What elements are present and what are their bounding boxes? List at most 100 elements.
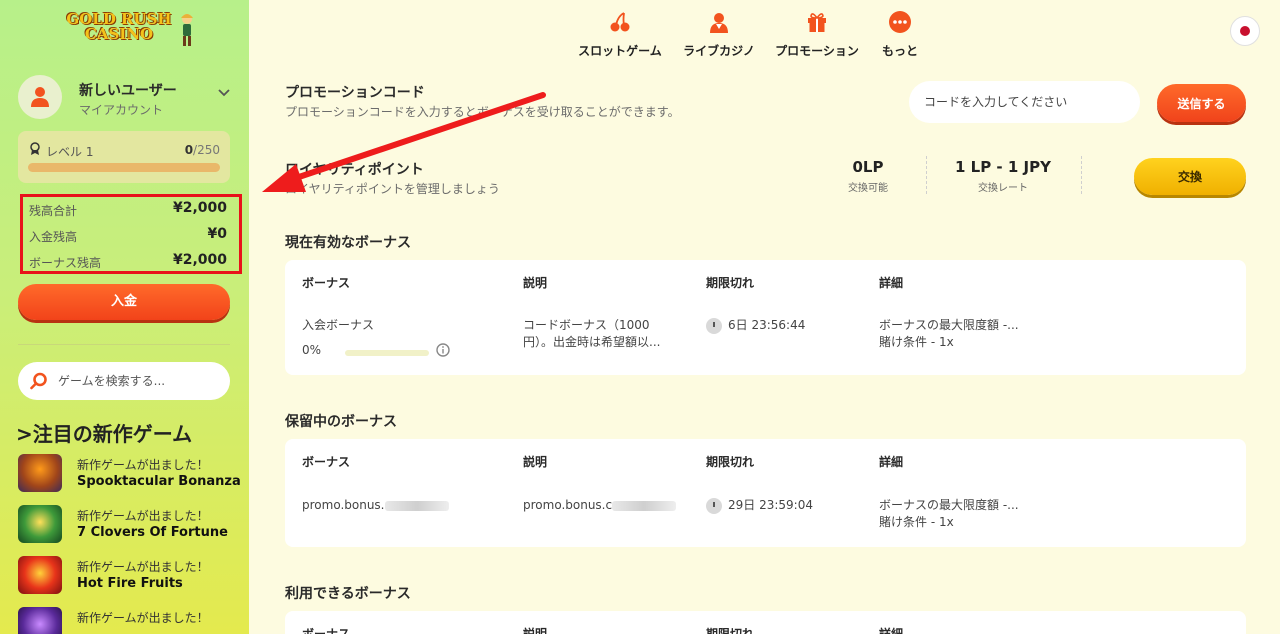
deposit-button[interactable]: 入金	[18, 284, 230, 320]
my-account-label: マイアカウント	[79, 103, 164, 117]
bonus-expiry: 29日 23:59:04	[706, 497, 813, 514]
clock-icon	[706, 317, 722, 334]
bonus-name: 入会ボーナス	[302, 318, 375, 332]
game-search[interactable]	[18, 362, 230, 400]
list-item[interactable]: 新作ゲームが出ました！ Hot Fire Fruits	[18, 556, 243, 596]
column-header: 説明	[523, 627, 548, 634]
deposit-balance-row: 入金残高 ¥0	[29, 225, 227, 245]
game-caption: 新作ゲームが出ました！	[77, 509, 209, 523]
game-name: 7 Clovers Of Fortune	[77, 525, 228, 540]
exchange-button[interactable]: 交換	[1134, 158, 1246, 195]
level-label: レベル 1	[46, 145, 94, 159]
nav-promotions[interactable]: プロモーション	[774, 10, 860, 59]
avatar	[18, 75, 62, 119]
column-header: 詳細	[879, 276, 904, 290]
loyalty-title: ロイヤリティポイント	[285, 162, 424, 178]
loyalty-rate: 1 LP - 1 JPY 交換レート	[943, 158, 1063, 194]
available-bonuses-title: 利用できるボーナス	[285, 586, 411, 602]
game-caption: 新作ゲームが出ました！	[77, 611, 209, 625]
new-games-title: >注目の新作ゲーム	[16, 422, 193, 446]
game-thumbnail	[18, 556, 62, 594]
logo-text: GOLD RUSH CASINO	[66, 10, 172, 43]
game-caption: 新作ゲームが出ました！	[77, 560, 209, 574]
column-header: 詳細	[879, 455, 904, 469]
column-header: 期限切れ	[706, 627, 755, 634]
game-thumbnail	[18, 454, 62, 492]
active-bonuses-table: ボーナス 説明 期限切れ 詳細 入会ボーナス 0% コードボーナス（1000 円）…	[285, 260, 1246, 375]
available-bonuses-table: ボーナス 説明 期限切れ 詳細	[285, 611, 1246, 634]
language-flag-icon[interactable]	[1230, 16, 1260, 46]
column-header: 期限切れ	[706, 455, 755, 469]
nav-more[interactable]: もっと	[880, 10, 920, 59]
column-header: 詳細	[879, 627, 904, 634]
nav-live-label: ライブカジノ	[683, 44, 755, 58]
user-account-menu[interactable]: 新しいユーザー マイアカウント	[18, 75, 230, 121]
nav-slots[interactable]: スロットゲーム	[577, 10, 663, 59]
clock-icon	[706, 497, 722, 514]
bonus-details: ボーナスの最大限度額 -... 賭け条件 - 1x	[879, 318, 1019, 349]
search-input[interactable]	[58, 371, 218, 391]
dealer-icon	[710, 13, 728, 33]
column-header: ボーナス	[302, 455, 351, 469]
pending-bonuses-title: 保留中のボーナス	[285, 414, 397, 430]
promo-code-title: プロモーションコード	[285, 85, 425, 101]
bonus-progress: 0%	[302, 342, 450, 362]
deposit-balance-label: 入金残高	[29, 230, 78, 244]
loyalty-available-value: 0LP	[852, 158, 884, 176]
game-name: Spooktacular Bonanza	[77, 474, 241, 489]
loyalty-rate-value: 1 LP - 1 JPY	[955, 158, 1051, 176]
promo-code-input[interactable]	[909, 81, 1140, 123]
balances-highlight-box: 残高合計 ¥2,000 入金残高 ¥0 ボーナス残高 ¥2,000	[20, 194, 242, 274]
pending-bonuses-table: ボーナス 説明 期限切れ 詳細 promo.bonus. promo.bonus…	[285, 439, 1246, 547]
search-icon	[30, 372, 47, 390]
bonus-balance-value: ¥2,000	[172, 252, 227, 268]
column-header: ボーナス	[302, 276, 351, 290]
total-balance-label: 残高合計	[29, 204, 78, 218]
level-card: レベル 1 0/250	[18, 131, 230, 183]
nav-live-casino[interactable]: ライブカジノ	[682, 10, 756, 59]
submit-code-button[interactable]: 送信する	[1157, 84, 1246, 122]
column-header: ボーナス	[302, 627, 351, 634]
bonus-name: promo.bonus.	[302, 497, 449, 514]
game-name: Hot Fire Fruits	[77, 576, 183, 591]
column-header: 説明	[523, 276, 548, 290]
redacted-text	[612, 500, 677, 511]
game-caption: 新作ゲームが出ました！	[77, 458, 209, 472]
list-item[interactable]: 新作ゲームが出ました！	[18, 607, 243, 634]
game-thumbnail	[18, 607, 62, 634]
sidebar: GOLD RUSH CASINO 新しいユーザー マイアカウント レベル 1 0…	[0, 0, 249, 634]
bonus-balance-label: ボーナス残高	[29, 256, 102, 270]
user-name: 新しいユーザー	[79, 83, 177, 99]
column-header: 説明	[523, 455, 548, 469]
loyalty-subtitle: ロイヤリティポイントを管理しましょう	[285, 182, 500, 196]
list-item[interactable]: 新作ゲームが出ました！ Spooktacular Bonanza	[18, 454, 243, 494]
medal-icon	[30, 142, 40, 155]
loyalty-available-label: 交換可能	[848, 183, 888, 194]
bonus-expiry: 6日 23:56:44	[706, 317, 805, 334]
bonus-progress-bar	[345, 350, 429, 356]
bonus-progress-value: 0%	[302, 343, 322, 357]
casino-logo[interactable]: GOLD RUSH CASINO	[52, 10, 200, 50]
redacted-text	[384, 500, 449, 511]
divider	[926, 156, 927, 194]
level-progress-bar	[28, 163, 220, 172]
total-balance-value: ¥2,000	[172, 200, 227, 216]
nav-slots-label: スロットゲーム	[578, 44, 662, 58]
sidebar-divider	[18, 344, 230, 345]
list-item[interactable]: 新作ゲームが出ました！ 7 Clovers Of Fortune	[18, 505, 243, 545]
bonus-details: ボーナスの最大限度額 -... 賭け条件 - 1x	[879, 498, 1019, 529]
deposit-balance-value: ¥0	[207, 226, 227, 242]
cherry-icon	[610, 12, 630, 32]
bonus-description: コードボーナス（1000 円）。出金時は希望額以...	[523, 318, 661, 349]
bonus-description: promo.bonus.c	[523, 497, 677, 514]
info-icon[interactable]	[436, 343, 450, 357]
loyalty-available: 0LP 交換可能	[808, 158, 928, 194]
nav-more-label: もっと	[881, 44, 918, 58]
user-icon	[31, 87, 49, 107]
column-header: 期限切れ	[706, 276, 755, 290]
promo-code-subtitle: プロモーションコードを入力するとボーナスを受け取ることができます。	[285, 105, 680, 119]
bonus-balance-row: ボーナス残高 ¥2,000	[29, 251, 227, 271]
chevron-down-icon[interactable]	[218, 89, 230, 97]
divider	[1081, 156, 1082, 194]
more-icon	[889, 11, 911, 33]
